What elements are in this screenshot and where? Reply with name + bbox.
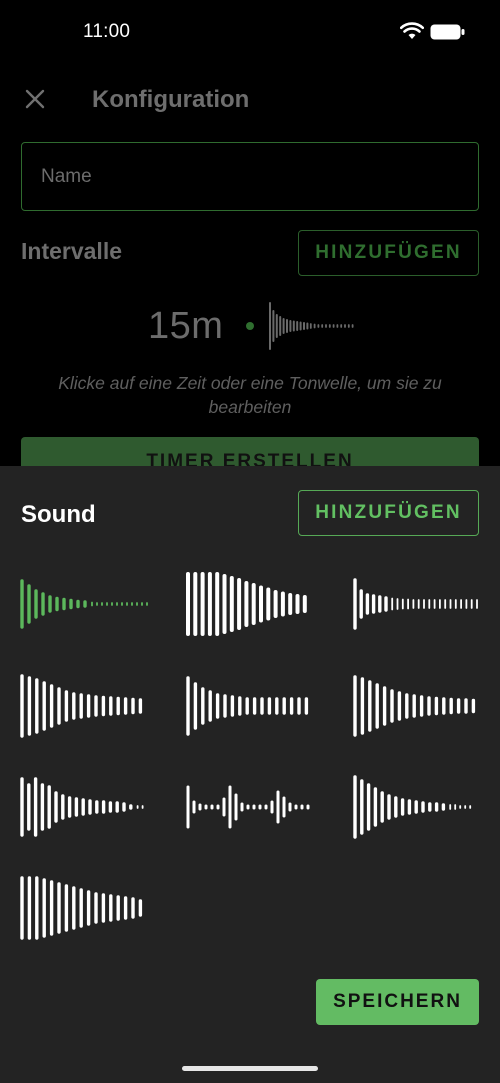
wifi-icon <box>400 22 424 39</box>
config-screen: 11:00 Konfiguration Name Intervalle HINZ… <box>0 0 500 487</box>
intervals-heading: Intervalle <box>21 238 122 264</box>
sound-option-4[interactable] <box>20 674 148 738</box>
sound-option-1[interactable] <box>20 572 148 636</box>
interval-time[interactable]: 15m <box>148 305 223 348</box>
config-title: Konfiguration <box>92 86 250 113</box>
interval-separator-dot <box>246 322 254 330</box>
add-interval-button[interactable]: HINZUFÜGEN <box>298 230 479 276</box>
add-sound-button[interactable]: HINZUFÜGEN <box>298 490 479 536</box>
home-indicator <box>182 1066 318 1071</box>
status-time: 11:00 <box>83 21 131 42</box>
waveform-icon[interactable] <box>268 300 368 352</box>
sound-sheet: Sound HINZUFÜGEN SPEICHERN <box>0 466 500 1083</box>
interval-item[interactable]: 15m <box>140 300 380 352</box>
close-icon[interactable] <box>23 87 47 111</box>
status-bar: 11:00 <box>0 0 500 64</box>
name-input[interactable]: Name <box>21 142 479 211</box>
hint-text: Klicke auf eine Zeit oder eine Tonwelle,… <box>58 373 442 417</box>
sound-option-10[interactable] <box>20 876 148 940</box>
sound-option-8[interactable] <box>186 775 314 839</box>
save-button[interactable]: SPEICHERN <box>316 979 479 1025</box>
sound-option-5[interactable] <box>186 674 314 738</box>
sound-option-6[interactable] <box>353 674 481 738</box>
sound-option-9[interactable] <box>353 775 481 839</box>
name-placeholder: Name <box>41 166 92 187</box>
battery-icon <box>430 24 465 40</box>
sound-option-2[interactable] <box>186 572 314 636</box>
sound-option-3[interactable] <box>353 572 481 636</box>
sheet-title: Sound <box>21 501 96 528</box>
sound-option-7[interactable] <box>20 775 148 839</box>
